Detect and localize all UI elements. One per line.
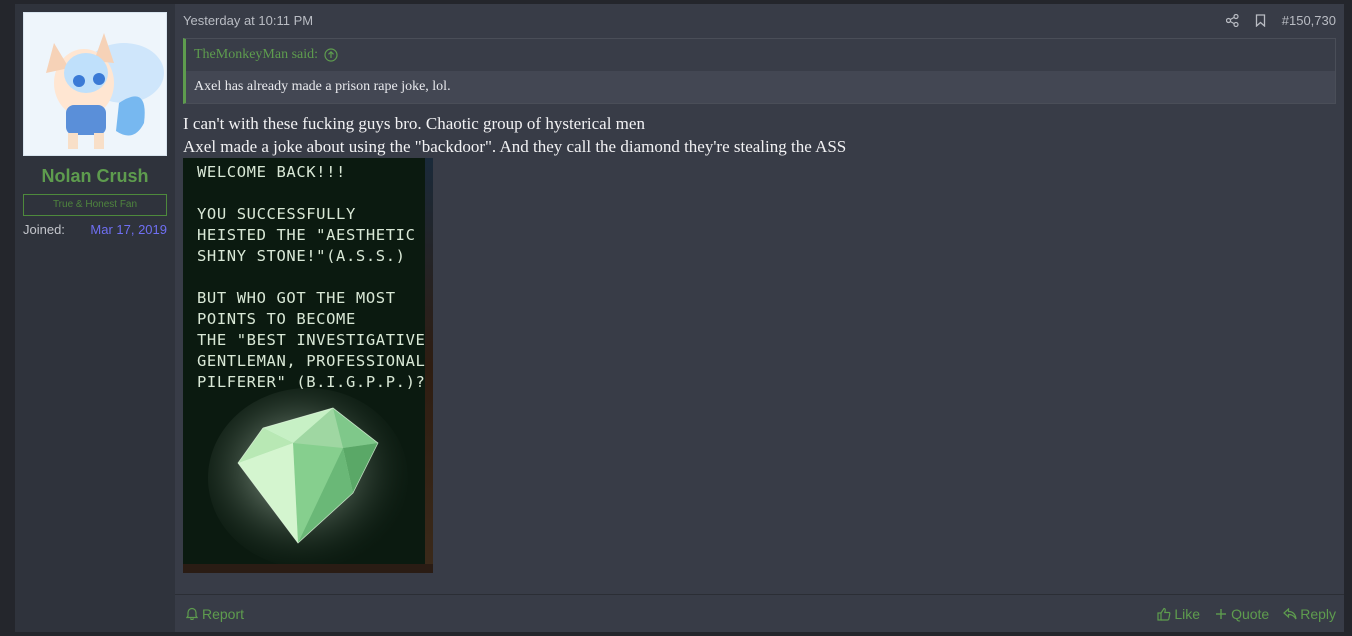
arrow-up-circle-icon[interactable] [324,48,338,62]
reply-label: Reply [1300,605,1336,622]
username[interactable]: Nolan Crush [23,166,167,187]
report-button[interactable]: Report [185,606,244,622]
post-actions: #150,730 [1226,13,1336,28]
like-button[interactable]: Like [1157,606,1200,622]
quote-button[interactable]: Quote [1214,606,1269,622]
image-edge [425,158,433,573]
quote-author[interactable]: TheMonkeyMan said: [194,47,318,63]
message-line: I can't with these fucking guys bro. Cha… [183,114,645,133]
joined-label: Joined: [23,222,65,237]
post-user-sidebar: Nolan Crush True & Honest Fan Joined: Ma… [15,4,175,632]
quote-attribution: TheMonkeyMan said: [186,39,1335,71]
avatar[interactable] [23,12,167,156]
bookmark-icon[interactable] [1254,13,1268,27]
like-label: Like [1174,605,1201,622]
diamond-icon [208,388,408,568]
image-bottom-edge [183,564,433,573]
attached-image[interactable]: WELCOME BACK!!! YOU SUCCESSFULLY HEISTED… [183,158,433,573]
quote-text: Axel has already made a prison rape joke… [186,71,1335,103]
plus-icon [1214,607,1228,621]
message-body: I can't with these fucking guys bro. Cha… [183,112,846,158]
post-header: Yesterday at 10:11 PM #150,730 [183,12,1336,28]
forum-post: Nolan Crush True & Honest Fan Joined: Ma… [15,4,1344,632]
thumbs-up-icon [1157,607,1171,621]
bell-icon [185,607,199,621]
quote-block: TheMonkeyMan said: Axel has already made… [183,38,1336,104]
user-title: True & Honest Fan [23,194,167,216]
report-label: Report [202,605,245,622]
joined-date: Mar 17, 2019 [90,222,167,237]
avatar-image [24,13,166,155]
post-main: Yesterday at 10:11 PM #150,730 TheMonkey… [175,4,1344,632]
reply-button[interactable]: Reply [1283,606,1336,622]
post-footer: Report Like Quote Reply [175,594,1344,632]
share-icon[interactable] [1226,13,1240,27]
message-line: Axel made a joke about using the "backdo… [183,137,847,156]
joined-info: Joined: Mar 17, 2019 [23,222,167,237]
post-date[interactable]: Yesterday at 10:11 PM [183,13,1226,28]
quote-label: Quote [1231,605,1270,622]
post-number-link[interactable]: #150,730 [1282,13,1336,28]
reply-icon [1283,607,1297,621]
